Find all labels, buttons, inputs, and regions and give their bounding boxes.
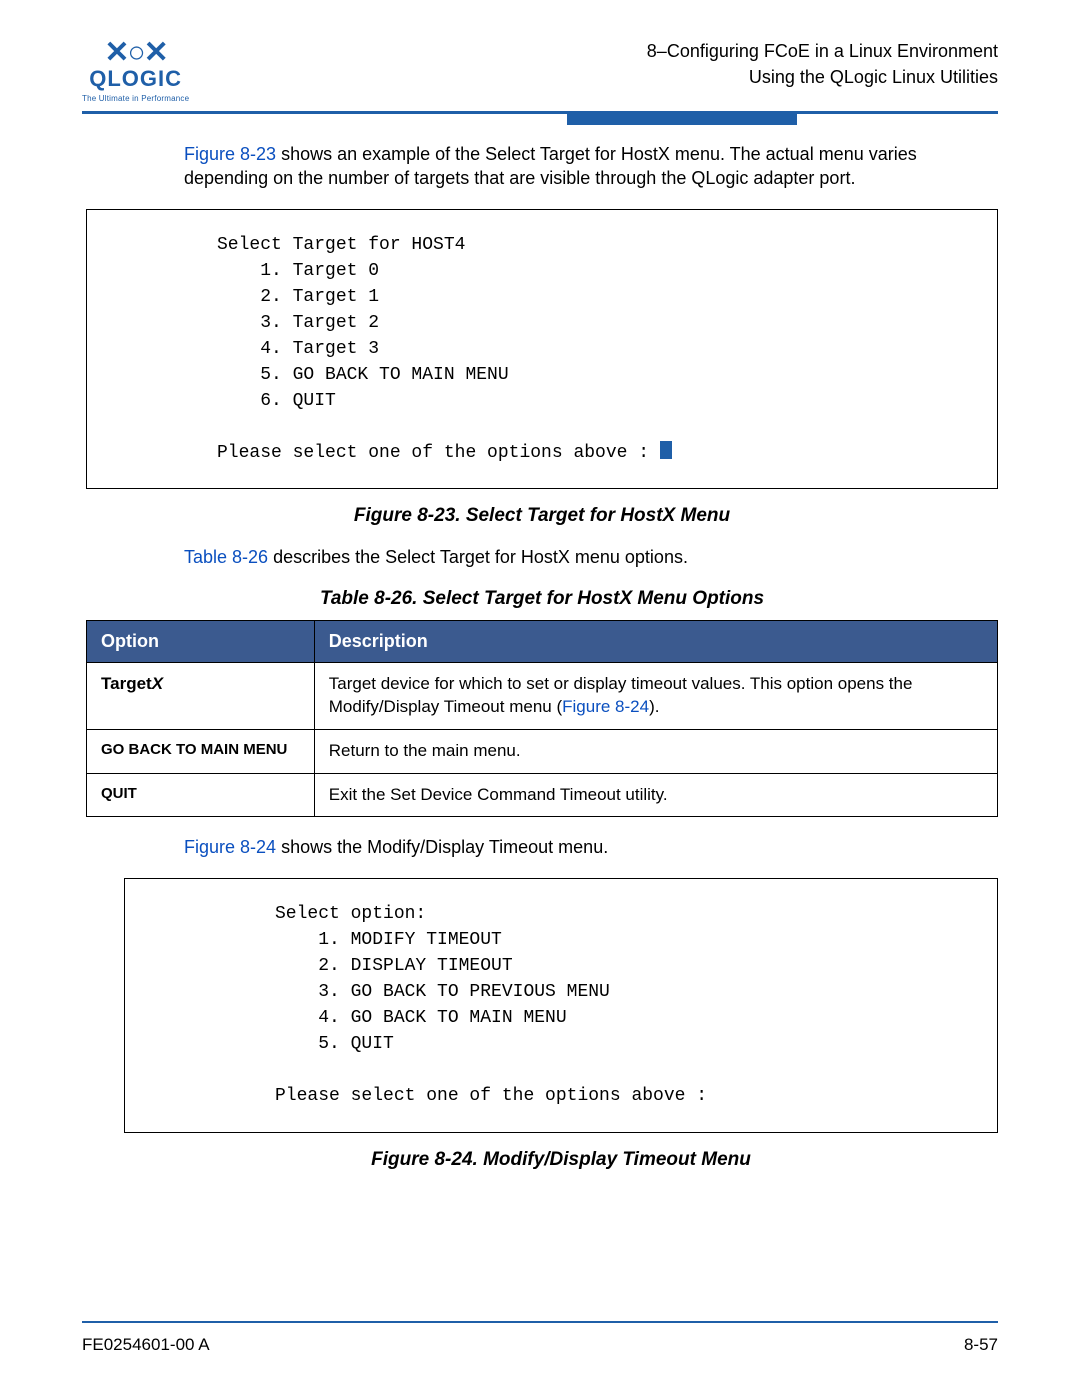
opt-target-x: X: [152, 674, 163, 693]
desc-post: ).: [649, 697, 659, 716]
header-line-2: Using the QLogic Linux Utilities: [647, 64, 998, 90]
para1-text: shows an example of the Select Target fo…: [184, 144, 917, 188]
fig2-line-4: 4. GO BACK TO MAIN MENU: [275, 1008, 567, 1028]
figure-8-23-link[interactable]: Figure 8-23: [184, 144, 276, 164]
intro-paragraph-1: Figure 8-23 shows an example of the Sele…: [184, 142, 998, 191]
fig1-line-4: 4. Target 3: [217, 339, 379, 359]
table-row: GO BACK TO MAIN MENU Return to the main …: [87, 729, 998, 773]
header-rule: [82, 111, 998, 114]
footer-page-number: 8-57: [964, 1335, 998, 1355]
desc-go-back: Return to the main menu.: [314, 729, 997, 773]
table-8-26: Option Description TargetX Target device…: [86, 620, 998, 818]
desc-quit: Exit the Set Device Command Timeout util…: [314, 773, 997, 817]
table-row: TargetX Target device for which to set o…: [87, 662, 998, 729]
logo-tagline: The Ultimate in Performance: [82, 94, 189, 103]
logo-icon: ✕○✕: [104, 38, 166, 68]
figure-8-23-box: Select Target for HOST4 1. Target 0 2. T…: [86, 209, 998, 490]
figure-8-24-box: Select option: 1. MODIFY TIMEOUT 2. DISP…: [124, 878, 998, 1133]
fig2-line-5: 5. QUIT: [275, 1034, 394, 1054]
desc-targetx: Target device for which to set or displa…: [314, 662, 997, 729]
cursor-icon: [660, 441, 672, 459]
opt-quit: QUIT: [87, 773, 315, 817]
page-footer: FE0254601-00 A 8-57: [82, 1321, 998, 1355]
table-8-26-caption: Table 8-26. Select Target for HostX Menu…: [86, 588, 998, 610]
fig2-line-0: Select option:: [275, 904, 426, 924]
logo-word: QLOGIC: [89, 66, 182, 92]
header-line-1: 8–Configuring FCoE in a Linux Environmen…: [647, 38, 998, 64]
fig2-line-1: 1. MODIFY TIMEOUT: [275, 930, 502, 950]
para2-text: describes the Select Target for HostX me…: [268, 547, 688, 567]
footer-doc-id: FE0254601-00 A: [82, 1335, 210, 1355]
page-header: ✕○✕ QLOGIC The Ultimate in Performance 8…: [82, 38, 998, 103]
fig1-line-8: Please select one of the options above :: [217, 443, 660, 463]
fig1-line-0: Select Target for HOST4: [217, 235, 465, 255]
qlogic-logo: ✕○✕ QLOGIC The Ultimate in Performance: [82, 38, 189, 103]
header-text: 8–Configuring FCoE in a Linux Environmen…: [647, 38, 998, 90]
figure-8-24-link[interactable]: Figure 8-24: [184, 837, 276, 857]
figure-8-24-link-inline[interactable]: Figure 8-24: [562, 697, 649, 716]
opt-target-pre: Target: [101, 674, 152, 693]
table-header-row: Option Description: [87, 620, 998, 662]
opt-targetx: TargetX: [87, 662, 315, 729]
fig1-line-1: 1. Target 0: [217, 261, 379, 281]
para3-text: shows the Modify/Display Timeout menu.: [276, 837, 608, 857]
opt-go-back: GO BACK TO MAIN MENU: [87, 729, 315, 773]
table-row: QUIT Exit the Set Device Command Timeout…: [87, 773, 998, 817]
fig2-line-2: 2. DISPLAY TIMEOUT: [275, 956, 513, 976]
figure-8-23-caption: Figure 8-23. Select Target for HostX Men…: [86, 505, 998, 527]
fig2-line-3: 3. GO BACK TO PREVIOUS MENU: [275, 982, 610, 1002]
fig1-line-2: 2. Target 1: [217, 287, 379, 307]
col-description: Description: [314, 620, 997, 662]
fig2-line-7: Please select one of the options above :: [275, 1086, 707, 1106]
fig1-line-5: 5. GO BACK TO MAIN MENU: [217, 365, 509, 385]
col-option: Option: [87, 620, 315, 662]
table-8-26-link[interactable]: Table 8-26: [184, 547, 268, 567]
intro-paragraph-2: Table 8-26 describes the Select Target f…: [184, 545, 998, 569]
figure-8-24-caption: Figure 8-24. Modify/Display Timeout Menu: [124, 1149, 998, 1171]
fig1-line-6: 6. QUIT: [217, 391, 336, 411]
fig1-line-3: 3. Target 2: [217, 313, 379, 333]
intro-paragraph-3: Figure 8-24 shows the Modify/Display Tim…: [184, 835, 998, 859]
